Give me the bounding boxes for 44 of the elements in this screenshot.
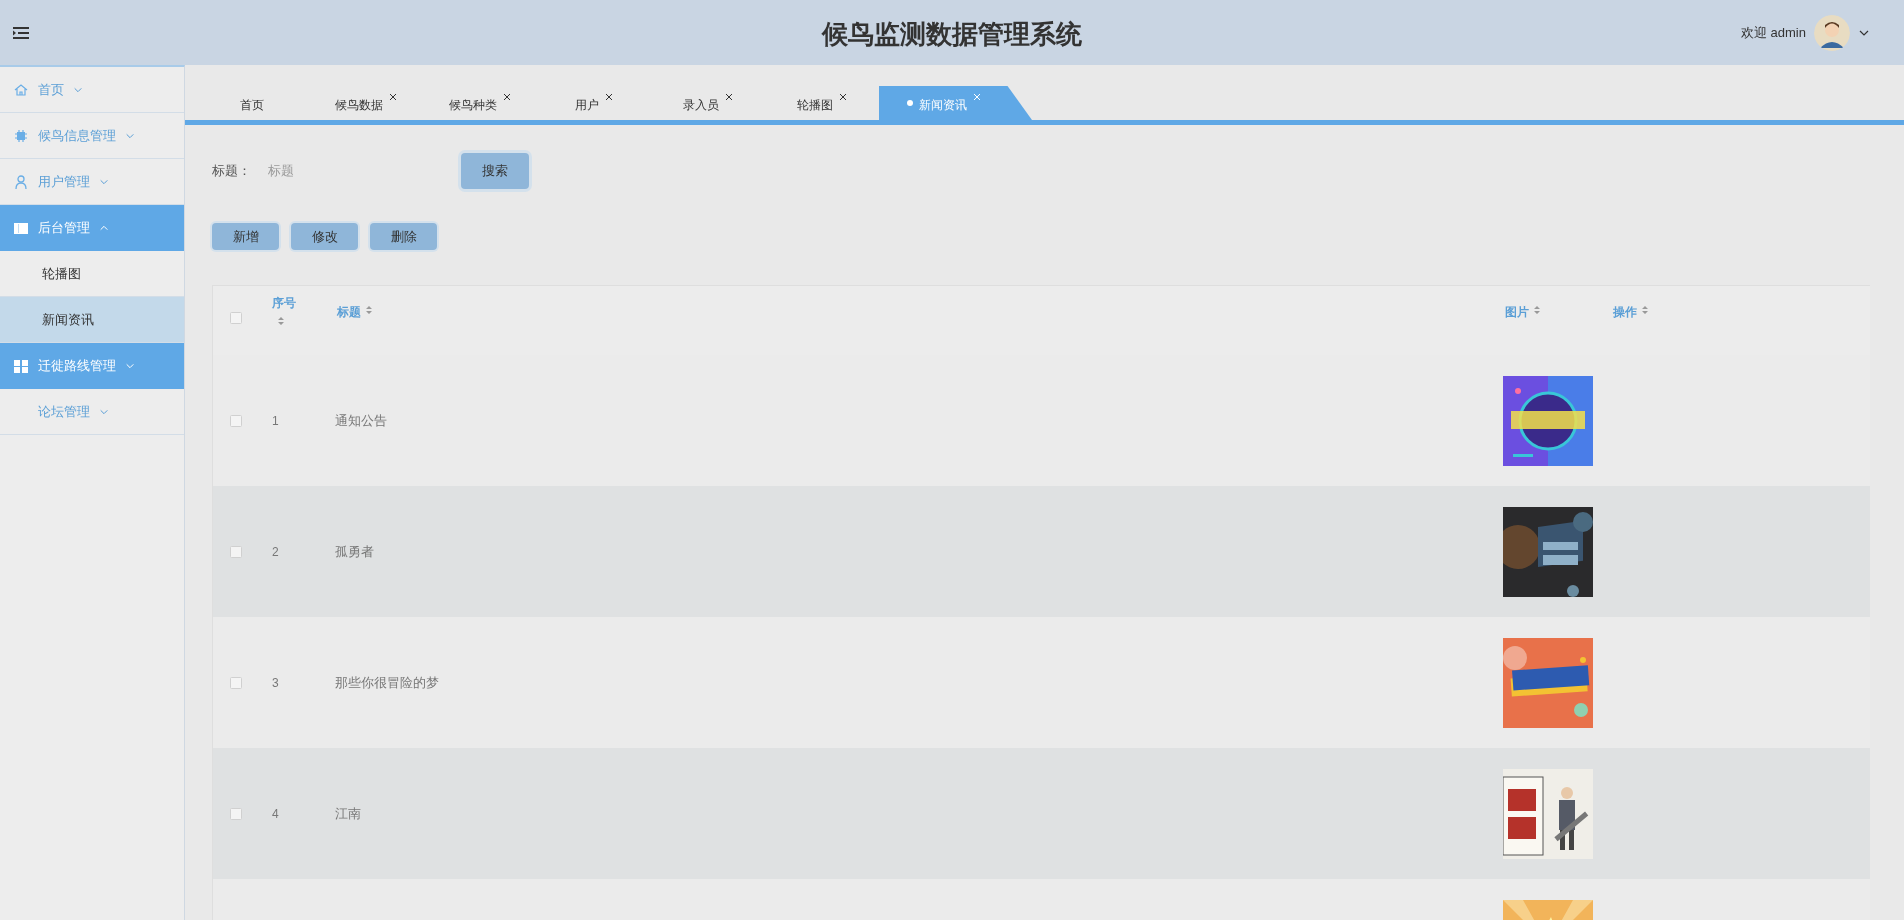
table-cell-text: 4 [272,805,279,823]
action-button[interactable]: 新增 [212,223,279,250]
table-cell-text: 2 [272,543,279,561]
close-icon [725,93,733,101]
avatar-icon [1814,14,1850,51]
tab[interactable]: 轮播图 [765,86,879,120]
title-input[interactable]: 标题 [268,161,458,181]
table-cell-text: 3 [272,674,279,692]
sidebar-subitem[interactable]: 新闻资讯 [0,297,184,343]
chip-icon [13,127,29,144]
checkbox[interactable] [229,414,242,427]
close-icon [839,93,847,101]
user-icon [13,173,29,190]
field-label: 标题： [212,162,252,181]
tab[interactable]: 录入员 [651,86,765,120]
welcome-text: 欢迎 admin [1740,23,1806,42]
table-cell-text: 1 [272,412,279,430]
tab[interactable]: 候鸟种类 [423,86,537,120]
close-icon [605,93,613,101]
action-button[interactable]: 修改 [291,223,358,250]
close-icon [389,93,397,101]
action-button[interactable]: 删除 [370,223,437,250]
app-title: 候鸟监测数据管理系统 [822,18,1082,51]
grid-icon [13,357,29,374]
table-cell-text: 孤勇者 [335,542,374,561]
dot-icon [906,100,913,106]
search-button[interactable]: 搜索 [461,153,529,189]
table-cell-text: 江南 [335,804,361,823]
close-icon [972,93,981,101]
tab[interactable]: 用户 [537,86,651,120]
close-icon [503,93,511,101]
sort-icon [365,305,373,315]
tab[interactable]: 候鸟数据 [309,86,423,120]
sort-icon [1533,305,1541,315]
checkbox[interactable] [229,545,242,558]
sort-icon [1641,305,1649,315]
checkbox[interactable] [229,676,242,689]
tab[interactable]: 首页 [195,86,309,120]
table-cell-text: 那些你很冒险的梦 [335,673,439,692]
checkbox[interactable] [229,807,242,820]
menu-icon[interactable] [13,25,29,40]
checkbox[interactable] [229,311,242,324]
table-cell-text: 通知公告 [335,411,387,430]
sort-icon [277,316,285,326]
